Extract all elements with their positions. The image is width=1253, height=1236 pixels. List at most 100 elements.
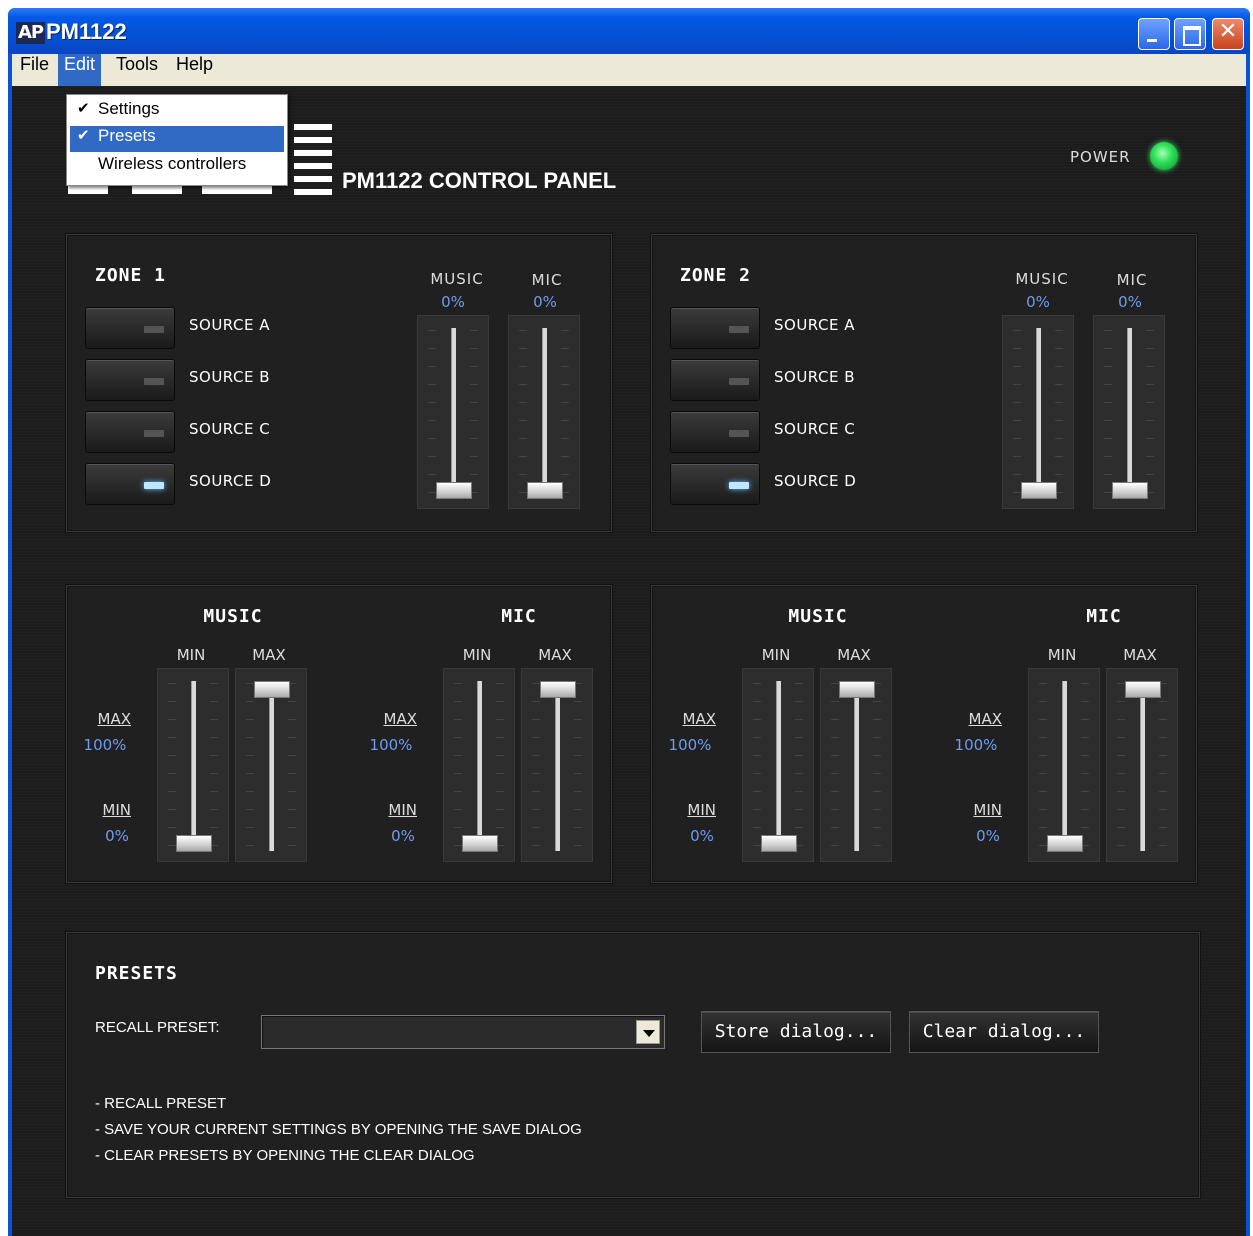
fader-knob[interactable] (527, 482, 563, 499)
music-min-slider[interactable] (157, 668, 229, 862)
source-label: SOURCE C (189, 420, 271, 438)
fader-knob[interactable] (1125, 681, 1161, 698)
mic-min-link[interactable]: MIN (942, 801, 1002, 819)
fader-ticks (210, 683, 218, 847)
menu-tools[interactable]: Tools (110, 54, 164, 86)
menu-file[interactable]: File (14, 54, 55, 86)
menu-bar: File Edit Tools Help (12, 54, 1246, 86)
source-d-button[interactable] (670, 463, 760, 505)
mic-min-value: 0% (391, 827, 415, 845)
source-c-button[interactable] (85, 411, 175, 453)
source-indicator-icon (144, 430, 164, 437)
fader-knob[interactable] (540, 681, 576, 698)
music-level-value: 0% (1026, 293, 1050, 311)
clear-dialog-button[interactable]: Clear dialog... (909, 1011, 1099, 1053)
mic-min-slider[interactable] (1028, 668, 1100, 862)
menu-help[interactable]: Help (170, 54, 219, 86)
music-max-link[interactable]: MAX (656, 710, 716, 728)
mic-level-value: 0% (533, 293, 557, 311)
fader-track (555, 681, 560, 851)
menu-edit[interactable]: Edit (58, 54, 102, 86)
fader-ticks (288, 683, 296, 847)
source-indicator-icon (144, 378, 164, 385)
music-max-slider[interactable] (235, 668, 307, 862)
source-label: SOURCE C (774, 420, 856, 438)
source-c-button[interactable] (670, 411, 760, 453)
fader-knob[interactable] (761, 835, 797, 852)
limits-panel-1: MUSIC MIN MAX MAX 100% MIN 0% MIC MIN MAX MAX 100% M… (66, 585, 612, 883)
fader-ticks (1159, 683, 1167, 847)
source-indicator-icon (144, 326, 164, 333)
recall-preset-label: RECALL PRESET: (95, 1019, 220, 1036)
mic-max-header: MAX (1123, 646, 1157, 664)
music-min-link[interactable]: MIN (656, 801, 716, 819)
power-led-icon[interactable] (1150, 142, 1178, 170)
music-level-slider[interactable] (1002, 315, 1074, 509)
source-label: SOURCE D (189, 472, 272, 490)
mic-level-label: MIC (1116, 271, 1148, 289)
minimize-button[interactable] (1138, 18, 1170, 50)
fader-knob[interactable] (839, 681, 875, 698)
menu-item-wireless-controllers[interactable]: Wireless controllers (70, 154, 284, 180)
music-max-link[interactable]: MAX (71, 710, 131, 728)
fader-knob[interactable] (436, 482, 472, 499)
store-dialog-button[interactable]: Store dialog... (701, 1011, 891, 1053)
music-level-label: MUSIC (1015, 270, 1069, 288)
checkmark-icon: ✔ (77, 127, 90, 144)
music-level-slider[interactable] (417, 315, 489, 509)
close-button[interactable]: ✕ (1212, 18, 1244, 50)
title-bar[interactable]: AP PM1122 ✕ (8, 8, 1250, 54)
zone-1-panel: ZONE 1 SOURCE A SOURCE B SOURCE C SOURCE D MU… (66, 234, 612, 532)
source-a-button[interactable] (85, 307, 175, 349)
fader-track (1127, 328, 1132, 498)
fader-knob[interactable] (176, 835, 212, 852)
fader-knob[interactable] (1047, 835, 1083, 852)
mic-level-value: 0% (1118, 293, 1142, 311)
music-max-value: 100% (83, 736, 127, 754)
source-label: SOURCE B (774, 368, 855, 386)
mic-level-slider[interactable] (1093, 315, 1165, 509)
presets-title: PRESETS (95, 963, 178, 984)
mic-max-link[interactable]: MAX (357, 710, 417, 728)
fader-knob[interactable] (1021, 482, 1057, 499)
source-label: SOURCE A (774, 316, 855, 334)
mic-min-slider[interactable] (443, 668, 515, 862)
mic-min-header: MIN (1047, 646, 1077, 664)
source-label: SOURCE B (189, 368, 270, 386)
mic-max-header: MAX (538, 646, 572, 664)
checkmark-icon: ✔ (77, 100, 90, 117)
mic-max-slider[interactable] (521, 668, 593, 862)
maximize-button[interactable] (1174, 18, 1206, 50)
fader-knob[interactable] (462, 835, 498, 852)
music-min-value: 0% (105, 827, 129, 845)
fader-track (776, 681, 781, 851)
fader-track (1062, 681, 1067, 851)
source-b-button[interactable] (670, 359, 760, 401)
recall-preset-select[interactable] (261, 1015, 665, 1049)
music-limits-title: MUSIC (203, 606, 263, 627)
menu-item-settings[interactable]: ✔ Settings (70, 99, 284, 125)
presets-panel: PRESETS RECALL PRESET: Store dialog... C… (66, 932, 1200, 1198)
mic-level-slider[interactable] (508, 315, 580, 509)
mic-min-link[interactable]: MIN (357, 801, 417, 819)
fader-ticks (470, 330, 478, 494)
edit-menu-dropdown: ✔ Settings ✔ Presets Wireless controller… (66, 94, 288, 186)
source-indicator-icon (729, 482, 749, 489)
music-max-slider[interactable] (820, 668, 892, 862)
fader-ticks (1055, 330, 1063, 494)
fader-knob[interactable] (1112, 482, 1148, 499)
music-min-slider[interactable] (742, 668, 814, 862)
source-b-button[interactable] (85, 359, 175, 401)
dropdown-arrow-icon[interactable] (636, 1020, 660, 1044)
source-indicator-icon (729, 326, 749, 333)
app-window: AP PM1122 ✕ File Edit Tools Help PM1122 … (8, 8, 1250, 1236)
mic-max-link[interactable]: MAX (942, 710, 1002, 728)
mic-max-slider[interactable] (1106, 668, 1178, 862)
power-label: POWER (1070, 148, 1131, 166)
mic-limits-title: MIC (501, 606, 537, 627)
source-d-button[interactable] (85, 463, 175, 505)
source-a-button[interactable] (670, 307, 760, 349)
music-min-link[interactable]: MIN (71, 801, 131, 819)
menu-item-presets[interactable]: ✔ Presets (70, 126, 284, 152)
fader-knob[interactable] (254, 681, 290, 698)
